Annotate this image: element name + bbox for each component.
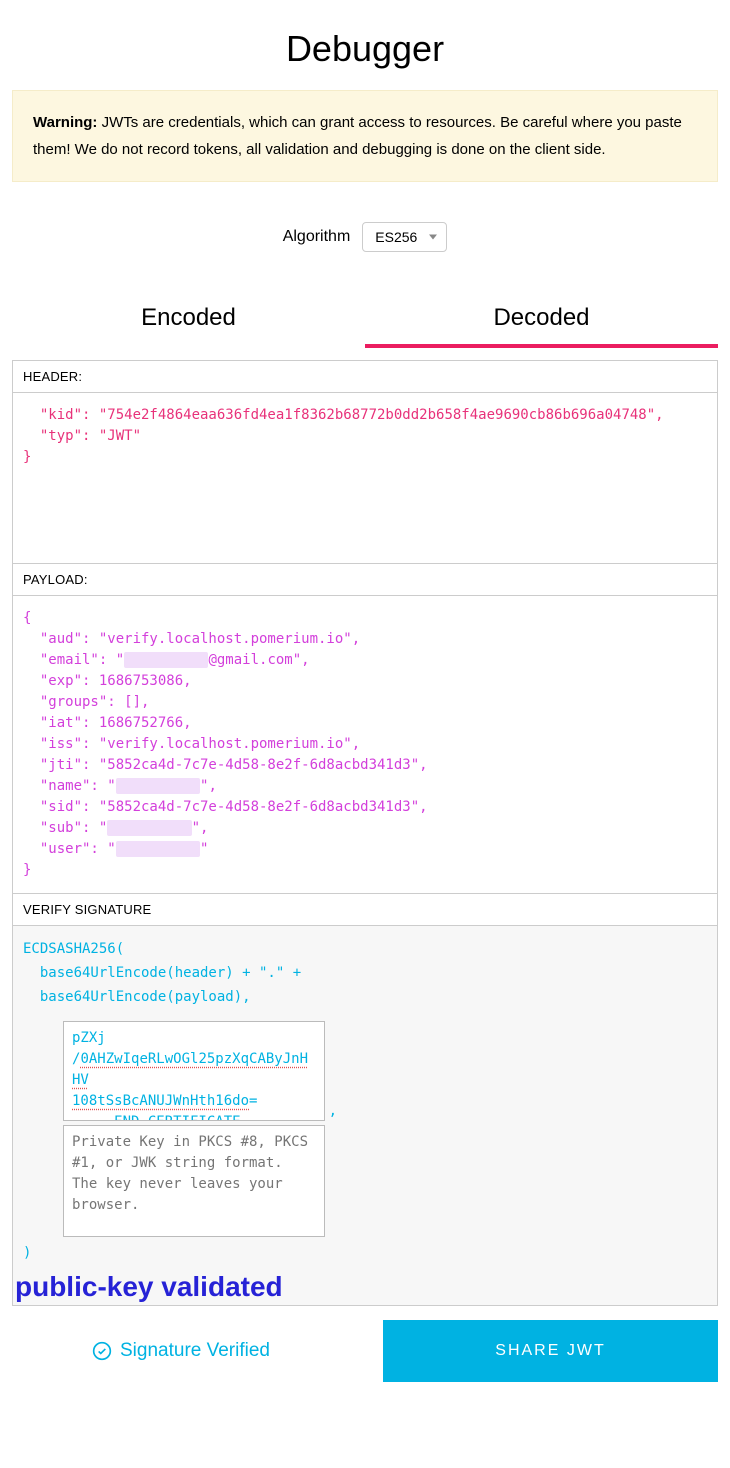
- verify-line2: base64UrlEncode(payload),: [23, 986, 707, 1010]
- verify-fn: ECDSASHA256(: [23, 938, 707, 962]
- payload-section-label: PAYLOAD:: [13, 563, 717, 596]
- verify-line1: base64UrlEncode(header) + "." +: [23, 962, 707, 986]
- verify-section-label: VERIFY SIGNATURE: [13, 893, 717, 926]
- payload-json[interactable]: { "aud": "verify.localhost.pomerium.io",…: [13, 596, 717, 893]
- public-key-input[interactable]: pZXj /0AHZwIqeRLwOGl25pzXqCAByJnHHV 108t…: [63, 1021, 325, 1121]
- algorithm-select[interactable]: ES256: [362, 222, 447, 252]
- header-section-label: HEADER:: [13, 361, 717, 393]
- warning-prefix: Warning:: [33, 114, 97, 131]
- check-circle-icon: [92, 1341, 112, 1361]
- redacted-value: xxxxxxxxxx: [116, 841, 200, 857]
- warning-text: JWTs are credentials, which can grant ac…: [33, 114, 682, 158]
- header-json[interactable]: "kid": "754e2f4864eaa636fd4ea1f8362b6877…: [13, 393, 717, 563]
- verify-close-paren: ): [13, 1241, 717, 1271]
- redacted-value: xxxxxxxxxx: [107, 820, 191, 836]
- private-key-input[interactable]: [63, 1125, 325, 1237]
- algorithm-row: Algorithm ES256: [12, 222, 718, 252]
- verify-comma: ,: [329, 1103, 337, 1119]
- signature-verified-status: Signature Verified: [12, 1340, 270, 1362]
- tab-encoded[interactable]: Encoded: [12, 292, 365, 348]
- validation-status: public-key validated: [13, 1271, 717, 1305]
- decoded-panel: HEADER: "kid": "754e2f4864eaa636fd4ea1f8…: [12, 360, 718, 1306]
- redacted-value: xxxxxxxxxx: [116, 778, 200, 794]
- algorithm-label: Algorithm: [283, 228, 351, 246]
- share-jwt-button[interactable]: SHARE JWT: [383, 1320, 718, 1382]
- tabs: Encoded Decoded: [12, 292, 718, 348]
- redacted-value: xxxxxxxxxx: [124, 652, 208, 668]
- page-title: Debugger: [12, 0, 718, 90]
- warning-banner: Warning: JWTs are credentials, which can…: [12, 90, 718, 182]
- verify-signature-block: ECDSASHA256( base64UrlEncode(header) + "…: [13, 926, 717, 1305]
- tab-decoded[interactable]: Decoded: [365, 292, 718, 348]
